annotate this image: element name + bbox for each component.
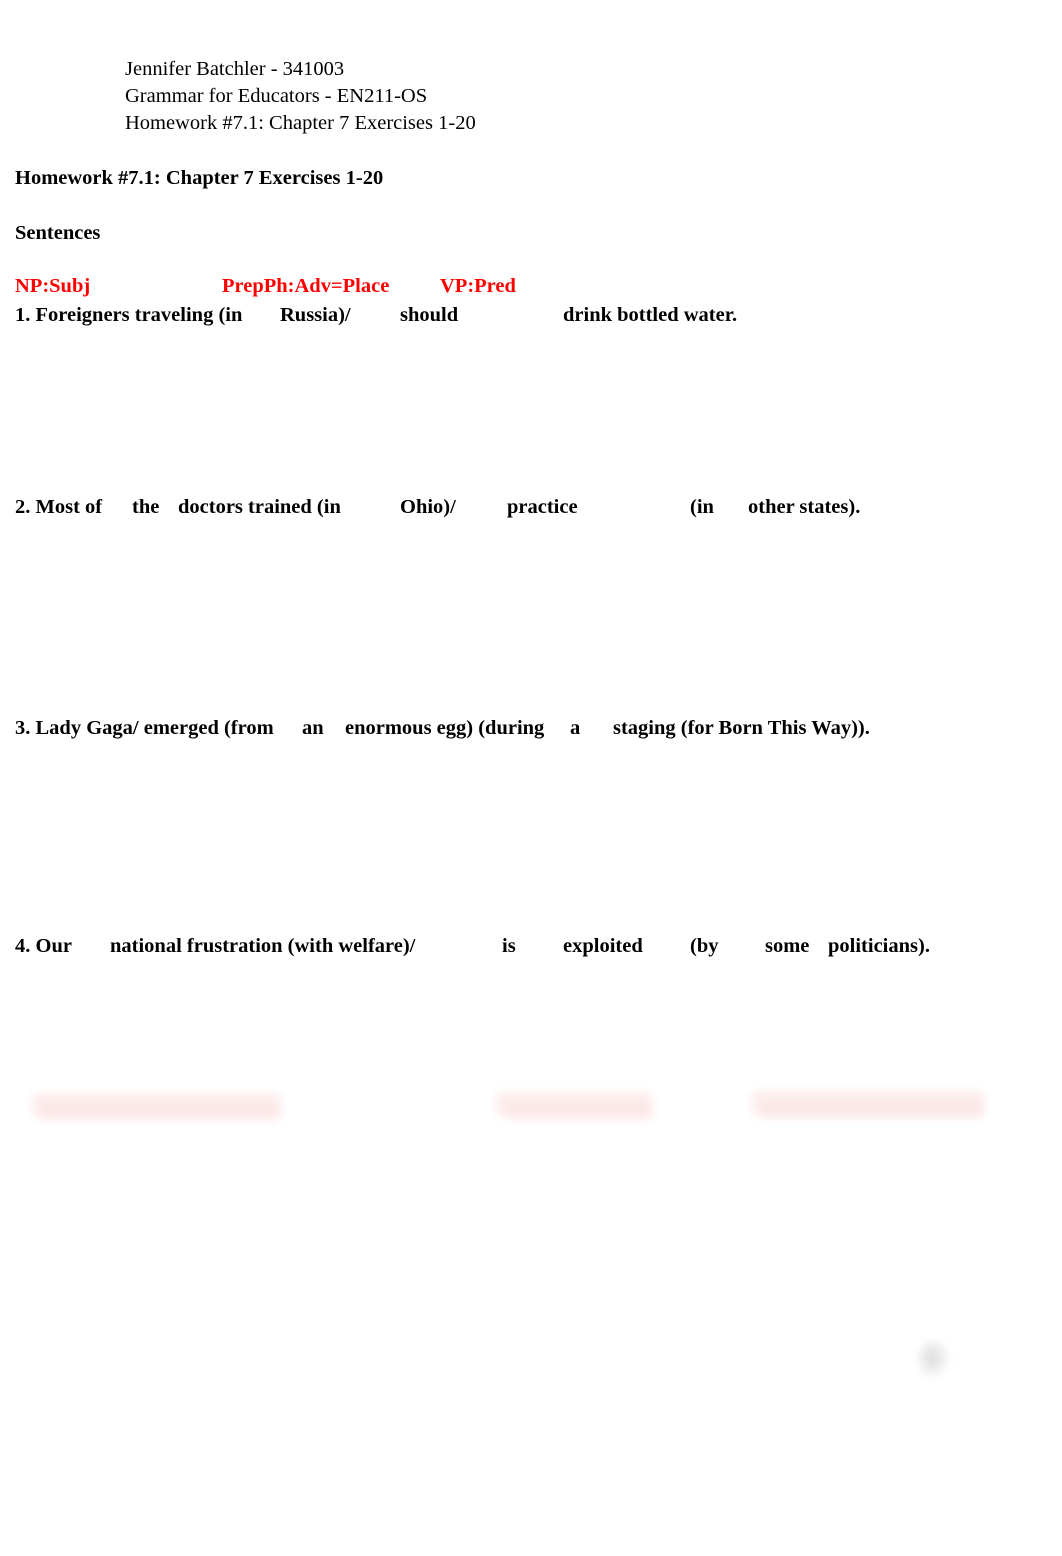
faded-red-text-artifact <box>505 1108 653 1121</box>
faded-red-text-artifact <box>33 1094 281 1116</box>
sentence-segment: is <box>502 935 516 957</box>
document-header: Jennifer Batchler - 341003 Grammar for E… <box>125 56 476 137</box>
faded-red-text-artifact <box>760 1107 984 1120</box>
faded-red-text-artifact <box>40 1109 280 1122</box>
sentence-segment: 2. Most of <box>15 496 103 518</box>
sentence-segment: the <box>132 496 160 518</box>
constituent-label-0: NP:Subj <box>15 275 91 297</box>
constituent-label-1: PrepPh:Adv=Place <box>222 275 390 297</box>
sentence-segment: practice <box>507 496 578 518</box>
sentence-segment: a <box>570 717 581 739</box>
sentence-segment: Ohio)/ <box>400 496 456 518</box>
sentence-segment: staging (for Born This Way)). <box>613 717 870 739</box>
sentence-segment: politicians). <box>828 935 930 957</box>
sentence-row: 2. Most of the doctors trained (in Ohio)/ pr… <box>0 496 1062 526</box>
gray-smudge-artifact <box>917 1340 951 1380</box>
sentence-segment: doctors trained (in <box>178 496 341 518</box>
faded-red-text-artifact <box>752 1092 984 1114</box>
assignment-title: Homework #7.1: Chapter 7 Exercises 1-20 <box>15 167 384 189</box>
sentence-segment: enormous egg) (during <box>345 717 545 739</box>
sentence-segment: exploited <box>563 935 643 957</box>
sentence-segment: 4. Our <box>15 935 72 957</box>
sentence-segment: should <box>400 304 459 326</box>
sentence-segment: some <box>765 935 810 957</box>
sentence-segment: (by <box>690 935 719 957</box>
sentence-segment: national frustration (with welfare)/ <box>110 935 416 957</box>
constituent-label-2: VP:Pred <box>440 275 516 297</box>
sentences-section-label: Sentences <box>15 222 101 244</box>
sentence-row: 3. Lady Gaga/ emerged (from an enormous eg… <box>0 717 1062 747</box>
sentence-segment: 3. Lady Gaga/ emerged (from <box>15 717 274 739</box>
sentence-segment: (in <box>690 496 714 518</box>
sentence-segment: other states). <box>748 496 861 518</box>
sentence-segment: an <box>302 717 324 739</box>
sentence-segment: Russia)/ <box>280 304 351 326</box>
sentence-segment: 1. Foreigners traveling (in <box>15 304 243 326</box>
document-page: Jennifer Batchler - 341003 Grammar for E… <box>0 0 1062 1556</box>
sentence-row: 1. Foreigners traveling (in Russia)/ shoul… <box>0 304 1062 334</box>
header-student-line: Jennifer Batchler - 341003 <box>125 58 345 80</box>
header-course-line: Grammar for Educators - EN211-OS <box>125 85 428 107</box>
faded-red-text-artifact <box>497 1093 652 1115</box>
sentence-segment: drink bottled water. <box>563 304 738 326</box>
constituent-label-row: NP:Subj PrepPh:Adv=Place VP:Pred <box>0 275 1062 301</box>
sentence-row: 4. Our national frustration (with welfare… <box>0 935 1062 965</box>
header-assignment-line: Homework #7.1: Chapter 7 Exercises 1-20 <box>125 112 476 134</box>
